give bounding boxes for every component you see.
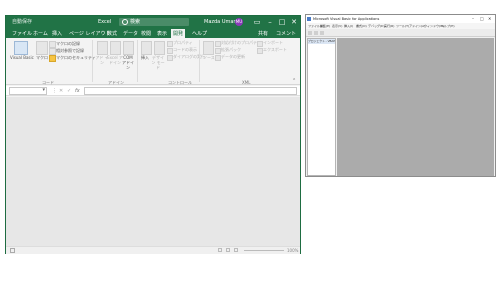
ribbon-separator xyxy=(199,40,200,82)
formula-input[interactable] xyxy=(84,87,297,95)
name-box[interactable]: ▾ xyxy=(9,87,47,95)
xml-source-icon[interactable] xyxy=(203,41,214,55)
confirm-icon[interactable]: ✓ xyxy=(67,86,71,96)
workbook-area[interactable] xyxy=(6,97,300,246)
comments-button[interactable]: コメント xyxy=(276,30,296,37)
relative-ref-button[interactable]: 相対参照で記録 xyxy=(56,48,84,54)
share-button[interactable]: 共有 xyxy=(258,30,268,37)
project-explorer[interactable]: プロジェクト - VBAProject xyxy=(307,38,336,176)
workbook-title: Excel xyxy=(98,19,112,25)
macro-security-button[interactable]: マクロのセキュリティ xyxy=(56,55,96,61)
vba-app-icon xyxy=(307,17,311,21)
ribbon-separator xyxy=(137,40,138,82)
insert-control-label: 挿入 xyxy=(141,55,149,60)
xml-source-label: ソース xyxy=(203,55,215,60)
tab-view[interactable]: 表示 xyxy=(157,30,167,37)
minimize-icon[interactable]: – xyxy=(472,15,474,23)
vba-code-area[interactable] xyxy=(337,38,494,176)
tab-home[interactable]: ホーム xyxy=(33,30,48,37)
tab-file[interactable]: ファイル xyxy=(12,30,32,37)
design-mode-icon[interactable] xyxy=(154,41,165,55)
ribbon-display-icon[interactable]: ▭ xyxy=(251,16,263,28)
ribbon-separator xyxy=(92,40,93,82)
page-layout-view-icon[interactable] xyxy=(226,248,230,252)
vba-toolbar xyxy=(306,29,495,37)
ribbon-tabs: ファイル ホーム 挿入 ページ レイアウト 数式 データ 校閲 表示 開発 ヘル… xyxy=(6,28,300,39)
search-icon xyxy=(122,19,128,25)
vba-window-title: Microsoft Visual Basic for Applications xyxy=(313,17,380,21)
visual-basic-label: Visual Basic xyxy=(10,55,34,60)
zoom-level[interactable]: 100% xyxy=(287,247,298,255)
vba-title-bar: Microsoft Visual Basic for Applications … xyxy=(306,15,495,23)
refresh-data-button[interactable]: データの更新 xyxy=(221,54,245,60)
record-macro-button[interactable]: マクロの記録 xyxy=(56,41,80,47)
design-mode-label: デザイン モード xyxy=(151,55,165,70)
project-explorer-header: プロジェクト - VBAProject xyxy=(308,39,335,44)
relative-ref-icon[interactable] xyxy=(49,48,56,55)
view-code-button[interactable]: コードの表示 xyxy=(173,47,197,53)
properties-button[interactable]: プロパティ xyxy=(173,40,193,46)
fx-icon[interactable]: fx xyxy=(75,86,80,96)
zoom-slider[interactable] xyxy=(244,250,284,251)
macro-icon[interactable] xyxy=(36,41,48,55)
close-icon[interactable]: ✕ xyxy=(488,15,491,23)
xml-group-label: XML xyxy=(242,80,251,85)
excel-window: 自動保存 Excel 検索 Mazda Umar MU ▭ – □ ✕ ファイル… xyxy=(5,15,301,254)
formula-options-icon: ⋮ xyxy=(52,88,57,94)
macro-label: マクロ xyxy=(36,55,48,60)
excel-title-bar: 自動保存 Excel 検索 Mazda Umar MU ▭ – □ ✕ xyxy=(6,16,300,28)
search-box[interactable]: 検索 xyxy=(119,18,189,26)
toolbar-button-icon[interactable] xyxy=(320,31,324,35)
com-addins-label: COM アドイン xyxy=(122,55,134,70)
formula-bar: ▾ ⋮ ✕ ✓ fx xyxy=(6,86,300,96)
macro-security-icon[interactable] xyxy=(49,55,56,62)
cancel-icon[interactable]: ✕ xyxy=(59,86,63,96)
vba-editor-window: Microsoft Visual Basic for Applications … xyxy=(305,14,496,177)
avatar[interactable]: MU xyxy=(235,18,243,26)
toolbar-button-icon[interactable] xyxy=(314,31,318,35)
normal-view-icon[interactable] xyxy=(218,248,222,252)
page-break-view-icon[interactable] xyxy=(234,248,238,252)
maximize-icon[interactable]: □ xyxy=(480,15,484,23)
tab-formulas[interactable]: 数式 xyxy=(107,30,117,37)
run-dialog-button[interactable]: ダイアログの実行 xyxy=(173,54,205,60)
tab-help[interactable]: ヘルプ xyxy=(192,30,207,37)
toolbar-button-icon[interactable] xyxy=(308,31,312,35)
tab-insert[interactable]: 挿入 xyxy=(52,30,62,37)
chevron-down-icon[interactable]: ▾ xyxy=(42,87,45,93)
macro-status-icon[interactable] xyxy=(10,248,15,253)
com-addins-icon[interactable] xyxy=(123,41,134,55)
export-button[interactable]: エクスポート xyxy=(263,47,287,53)
tab-review[interactable]: 校閲 xyxy=(141,30,151,37)
search-placeholder: 検索 xyxy=(130,19,141,25)
import-button[interactable]: インポート xyxy=(263,40,283,46)
autosave-toggle[interactable]: 自動保存 xyxy=(12,17,32,27)
map-properties-button[interactable]: 対応付けのプロパティ xyxy=(221,40,261,46)
tab-page-layout[interactable]: ページ レイアウト xyxy=(69,30,111,37)
maximize-icon[interactable]: □ xyxy=(276,16,288,28)
ribbon: Visual Basic マクロ マクロの記録 相対参照で記録 マクロのセキュリ… xyxy=(6,38,300,85)
status-bar: 100% xyxy=(6,246,300,254)
record-macro-icon[interactable] xyxy=(49,41,56,48)
visual-basic-icon[interactable] xyxy=(14,41,28,55)
tab-data[interactable]: データ xyxy=(123,30,138,37)
close-icon[interactable]: ✕ xyxy=(288,16,300,28)
addins-icon[interactable] xyxy=(97,41,108,55)
expansion-packs-button[interactable]: 拡張パック xyxy=(221,47,241,53)
insert-control-icon[interactable] xyxy=(141,41,152,55)
user-name: Mazda Umar xyxy=(204,19,236,25)
collapse-ribbon-icon[interactable]: ⌃ xyxy=(292,78,296,84)
excel-addins-icon[interactable] xyxy=(110,41,121,55)
minimize-icon[interactable]: – xyxy=(264,16,276,28)
